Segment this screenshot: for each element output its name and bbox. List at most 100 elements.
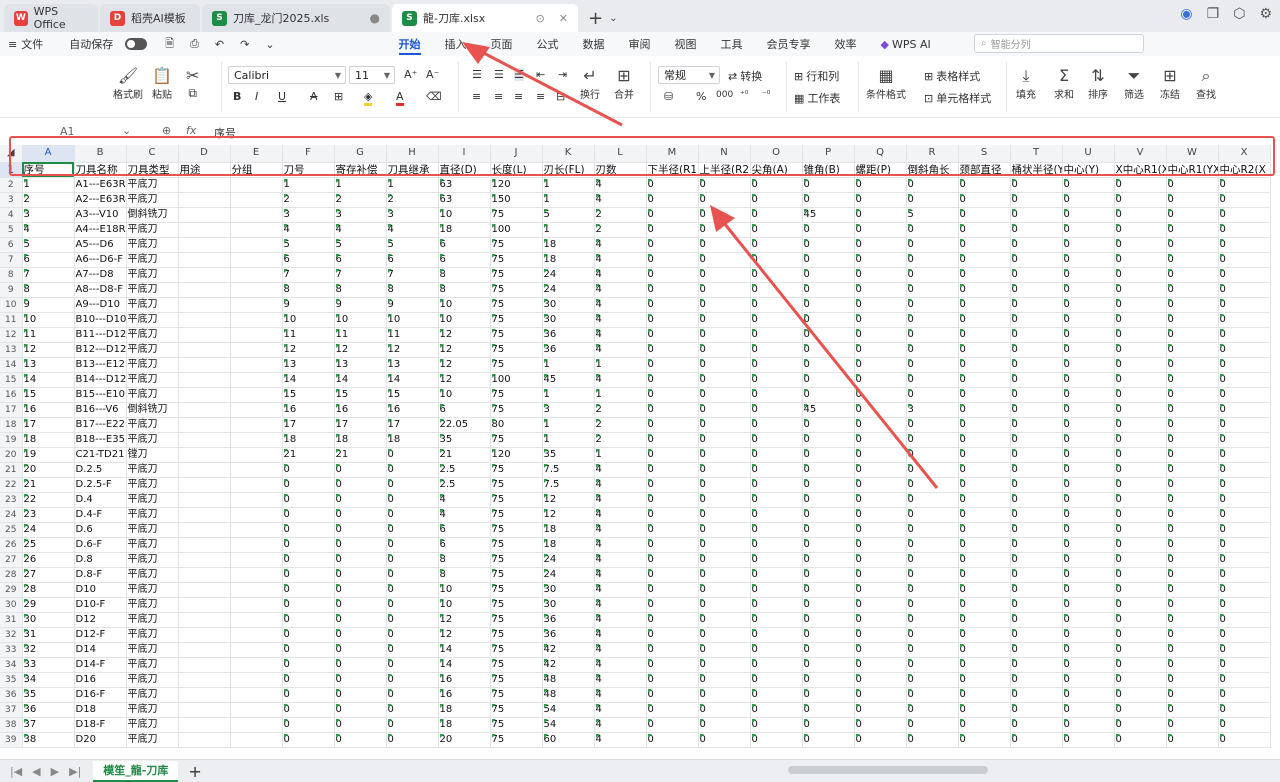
pin-icon[interactable]: ⊙ <box>536 12 545 25</box>
data-cell[interactable]: 0 <box>646 342 699 358</box>
data-cell[interactable]: 17 <box>22 417 75 433</box>
data-cell[interactable]: 平底刀 <box>126 342 179 358</box>
data-cell[interactable]: 0 <box>1166 312 1219 328</box>
data-cell[interactable]: 75 <box>490 432 543 448</box>
data-cell[interactable]: 54 <box>542 702 595 718</box>
data-cell[interactable]: 0 <box>854 552 907 568</box>
data-cell[interactable]: 0 <box>698 267 751 283</box>
data-cell[interactable]: 0 <box>1218 372 1271 388</box>
data-cell[interactable]: 0 <box>1166 402 1219 418</box>
data-cell[interactable]: 15 <box>22 387 75 403</box>
data-cell[interactable]: 0 <box>1218 552 1271 568</box>
data-cell[interactable]: 0 <box>958 357 1011 373</box>
data-cell[interactable]: 4 <box>594 732 647 748</box>
data-cell[interactable]: 0 <box>282 657 335 673</box>
data-cell[interactable]: 0 <box>958 417 1011 433</box>
data-cell[interactable]: 6 <box>334 252 387 268</box>
data-cell[interactable]: 0 <box>1062 432 1115 448</box>
data-cell[interactable]: 48 <box>542 672 595 688</box>
data-cell[interactable]: 0 <box>646 567 699 583</box>
data-cell[interactable]: 0 <box>698 342 751 358</box>
data-cell[interactable]: 0 <box>1218 297 1271 313</box>
data-cell[interactable]: 45 <box>802 402 855 418</box>
undo-icon[interactable]: ↶ <box>207 38 232 51</box>
data-cell[interactable]: 0 <box>646 657 699 673</box>
data-cell[interactable]: 75 <box>490 717 543 733</box>
data-cell[interactable]: A3---V10 <box>74 207 127 223</box>
data-cell[interactable]: 0 <box>750 267 803 283</box>
data-cell[interactable]: 45 <box>802 207 855 223</box>
align-middle-icon[interactable]: ☰ <box>494 68 504 81</box>
data-cell[interactable]: 0 <box>958 612 1011 628</box>
data-cell[interactable]: 0 <box>646 252 699 268</box>
header-cell[interactable]: 序号 <box>22 162 75 178</box>
data-cell[interactable]: 0 <box>750 672 803 688</box>
data-cell[interactable]: 5 <box>386 237 439 253</box>
data-cell[interactable]: 7 <box>22 267 75 283</box>
data-cell[interactable]: 0 <box>282 702 335 718</box>
column-header-B[interactable]: B <box>74 145 127 163</box>
data-cell[interactable]: 6 <box>438 402 491 418</box>
data-cell[interactable]: 0 <box>1166 627 1219 643</box>
data-cell[interactable] <box>178 552 231 568</box>
data-cell[interactable]: 1 <box>542 192 595 208</box>
data-cell[interactable]: 0 <box>386 717 439 733</box>
data-cell[interactable] <box>178 462 231 478</box>
row-header[interactable]: 35 <box>0 672 23 688</box>
data-cell[interactable]: 0 <box>802 282 855 298</box>
data-cell[interactable]: 15 <box>334 387 387 403</box>
column-header-Q[interactable]: Q <box>854 145 907 163</box>
data-cell[interactable]: 8 <box>438 552 491 568</box>
data-cell[interactable]: 4 <box>594 267 647 283</box>
data-cell[interactable]: 0 <box>282 672 335 688</box>
data-cell[interactable]: 0 <box>1166 282 1219 298</box>
data-cell[interactable]: 9 <box>282 297 335 313</box>
data-cell[interactable]: 0 <box>750 357 803 373</box>
data-cell[interactable]: 平底刀 <box>126 432 179 448</box>
column-header-V[interactable]: V <box>1114 145 1167 163</box>
header-cell[interactable]: 刃数 <box>594 162 647 178</box>
row-header[interactable]: 36 <box>0 687 23 703</box>
data-cell[interactable]: 18 <box>334 432 387 448</box>
data-cell[interactable]: D.8 <box>74 552 127 568</box>
row-header[interactable]: 37 <box>0 702 23 718</box>
data-cell[interactable]: 平底刀 <box>126 627 179 643</box>
data-cell[interactable]: 0 <box>1010 417 1063 433</box>
data-cell[interactable]: 0 <box>750 237 803 253</box>
data-cell[interactable]: 4 <box>594 687 647 703</box>
data-cell[interactable]: 45 <box>542 372 595 388</box>
data-cell[interactable]: 0 <box>906 552 959 568</box>
data-cell[interactable]: 22 <box>22 492 75 508</box>
data-cell[interactable]: 平底刀 <box>126 312 179 328</box>
data-cell[interactable]: 75 <box>490 342 543 358</box>
data-cell[interactable]: 0 <box>334 477 387 493</box>
data-cell[interactable]: 0 <box>1062 567 1115 583</box>
column-header-H[interactable]: H <box>386 145 439 163</box>
data-cell[interactable]: 平底刀 <box>126 702 179 718</box>
data-cell[interactable]: 35 <box>438 432 491 448</box>
data-cell[interactable]: 0 <box>1166 642 1219 658</box>
zoom-icon[interactable]: ⊕ <box>162 124 171 137</box>
column-header-D[interactable]: D <box>178 145 231 163</box>
close-tab-icon[interactable]: ✕ <box>559 12 568 25</box>
data-cell[interactable]: 3 <box>282 207 335 223</box>
data-cell[interactable]: 75 <box>490 522 543 538</box>
data-cell[interactable] <box>230 537 283 553</box>
border-icon[interactable]: ⊞ <box>334 90 343 103</box>
hamburger-icon[interactable]: ≡ <box>0 38 19 51</box>
data-cell[interactable]: 0 <box>1166 732 1219 748</box>
data-cell[interactable]: 13 <box>22 357 75 373</box>
format-painter-button[interactable]: 🖌 格式刷 <box>113 66 143 101</box>
row-header[interactable]: 6 <box>0 237 23 253</box>
data-cell[interactable] <box>178 402 231 418</box>
data-cell[interactable]: 7.5 <box>542 477 595 493</box>
data-cell[interactable]: 0 <box>1062 447 1115 463</box>
data-cell[interactable]: 0 <box>906 507 959 523</box>
data-cell[interactable]: 75 <box>490 267 543 283</box>
data-cell[interactable]: 0 <box>854 267 907 283</box>
data-cell[interactable]: 1 <box>594 357 647 373</box>
row-header[interactable]: 14 <box>0 357 23 373</box>
data-cell[interactable]: 0 <box>1062 597 1115 613</box>
data-cell[interactable]: 0 <box>958 297 1011 313</box>
data-cell[interactable]: 31 <box>22 627 75 643</box>
